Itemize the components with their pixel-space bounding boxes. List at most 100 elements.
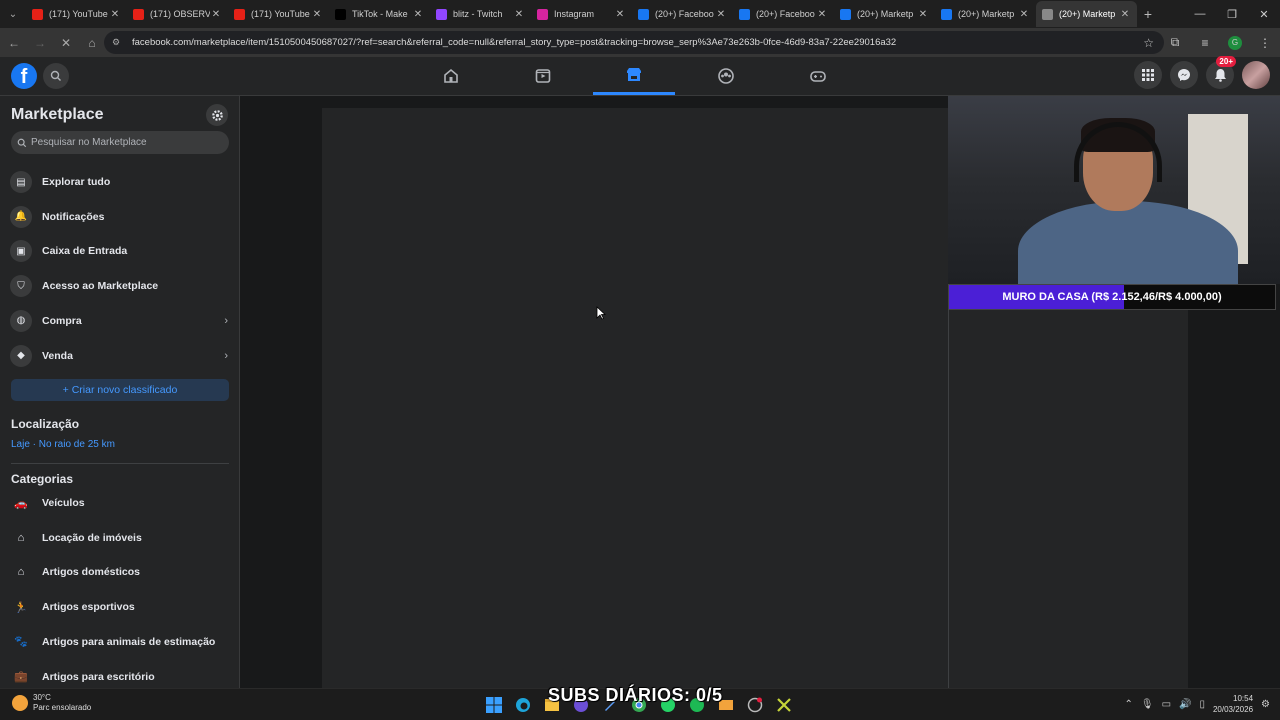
browser-tab-strip: ⌄ (171) YouTube ✕ (171) OBSERVA ✕ (171) YouT…	[0, 0, 1280, 28]
category-label: Veículos	[42, 497, 85, 509]
media-control-icon[interactable]: ≡	[1190, 36, 1220, 50]
location-link[interactable]: Laje · No raio de 25 km	[11, 439, 115, 450]
nav-video-icon[interactable]	[502, 57, 584, 95]
tab-close-icon[interactable]: ✕	[412, 9, 424, 20]
mouse-cursor-icon	[596, 306, 606, 320]
nav-gaming-icon[interactable]	[777, 57, 859, 95]
site-info-icon[interactable]: ⚙	[112, 37, 126, 48]
new-tab-button[interactable]: +	[1137, 6, 1159, 22]
tab-close-icon[interactable]: ✕	[1119, 9, 1131, 20]
tab-close-icon[interactable]: ✕	[816, 9, 828, 20]
url-bar[interactable]: ⚙ facebook.com/marketplace/item/15105004…	[104, 31, 1164, 54]
create-listing-button[interactable]: + Criar novo classificado	[11, 379, 229, 401]
tab-search-chevron-icon[interactable]: ⌄	[0, 0, 26, 28]
search-icon[interactable]	[43, 63, 69, 89]
tab-title: (20+) Faceboo	[756, 9, 815, 19]
sidebar-item-label: Explorar tudo	[42, 176, 111, 188]
nav-groups-icon[interactable]	[685, 57, 767, 95]
browser-tab[interactable]: TikTok - Make ✕	[329, 1, 430, 27]
browser-tab[interactable]: (20+) Marketp ✕	[1036, 1, 1137, 27]
app-x-icon[interactable]	[773, 694, 795, 716]
nav-home-icon[interactable]	[410, 57, 492, 95]
tab-title: (20+) Marketp	[958, 9, 1015, 19]
category-item[interactable]: ⌂ Locação de imóveis	[6, 522, 234, 554]
tab-close-icon[interactable]: ✕	[109, 9, 121, 20]
tab-title: blitz - Twitch	[453, 9, 503, 19]
settings-gear-icon[interactable]	[206, 104, 228, 126]
tab-close-icon[interactable]: ✕	[1018, 9, 1030, 20]
category-item[interactable]: 🏃 Artigos esportivos	[6, 591, 234, 623]
minimize-icon[interactable]: —	[1184, 0, 1216, 28]
browser-tab[interactable]: (20+) Marketp ✕	[935, 1, 1036, 27]
stop-loading-icon[interactable]: ✕	[54, 31, 78, 55]
marketplace-search-input[interactable]	[31, 137, 221, 148]
browser-tab[interactable]: (20+) Marketp ✕	[834, 1, 935, 27]
browser-tab[interactable]: (171) OBSERVA ✕	[127, 1, 228, 27]
volume-icon[interactable]: 🔊	[1179, 699, 1191, 710]
tab-title: (20+) Faceboo	[655, 9, 714, 19]
sidebar-item[interactable]: ⛉ Acesso ao Marketplace	[6, 270, 234, 302]
tab-close-icon[interactable]: ✕	[210, 9, 222, 20]
sidebar-item[interactable]: ◍ Compra ›	[6, 305, 234, 337]
browser-tab[interactable]: Instagram ✕	[531, 1, 632, 27]
clock[interactable]: 10:54 20/03/2026	[1213, 693, 1253, 715]
forward-icon[interactable]: →	[28, 31, 52, 55]
notification-badge: 20+	[1216, 56, 1236, 67]
nav-marketplace-icon[interactable]	[593, 57, 675, 95]
microphone-icon[interactable]: 🎙	[1141, 699, 1154, 710]
chevron-right-icon: ›	[224, 349, 228, 362]
clock-date: 20/03/2026	[1212, 705, 1254, 714]
category-item[interactable]: 🚗 Veículos	[6, 487, 234, 519]
tab-close-icon[interactable]: ✕	[917, 9, 929, 20]
url-text: facebook.com/marketplace/item/1510500450…	[132, 37, 897, 48]
facebook-logo[interactable]: f	[11, 63, 37, 89]
profile-avatar[interactable]: G	[1228, 35, 1242, 50]
messenger-icon[interactable]	[1170, 61, 1198, 89]
back-icon[interactable]: ←	[2, 31, 26, 55]
notifications-bell-icon[interactable]: 20+	[1206, 56, 1236, 89]
tray-chevron-icon[interactable]: ⌃	[1124, 699, 1132, 710]
home-icon: ⌂	[17, 566, 25, 579]
edge-icon[interactable]	[512, 694, 534, 716]
header-actions: 20+	[1134, 56, 1270, 89]
browser-tab[interactable]: (171) YouTube ✕	[26, 1, 127, 27]
network-icon[interactable]: ▭	[1162, 699, 1171, 710]
restore-icon[interactable]: ❐	[1216, 0, 1248, 28]
tab-title: (171) YouTube	[49, 9, 108, 19]
tab-close-icon[interactable]: ✕	[311, 9, 323, 20]
category-item[interactable]: 💼 Artigos para escritório	[6, 661, 234, 689]
tab-close-icon[interactable]: ✕	[614, 9, 626, 20]
sidebar-item-label: Notificações	[42, 210, 105, 223]
weather-widget[interactable]: 30°C Parc ensolarado	[12, 693, 91, 713]
sidebar-item[interactable]: ◆ Venda ›	[6, 340, 234, 372]
browser-tab[interactable]: blitz - Twitch ✕	[430, 1, 531, 27]
settings-icon[interactable]: ⚙	[1261, 699, 1270, 710]
instagram-icon	[537, 8, 548, 20]
steam-icon[interactable]	[744, 694, 766, 716]
search-icon	[17, 138, 27, 147]
close-window-icon[interactable]: ✕	[1248, 0, 1280, 28]
battery-icon[interactable]: ▯	[1199, 699, 1205, 710]
browser-tab[interactable]: (20+) Faceboo ✕	[733, 1, 834, 27]
category-label: Artigos para escritório	[42, 670, 155, 683]
tab-close-icon[interactable]: ✕	[513, 9, 525, 20]
windows-start-icon[interactable]	[483, 694, 505, 716]
paw-icon: 🐾	[14, 636, 28, 649]
sidebar-item[interactable]: ▤ Explorar tudo	[6, 166, 234, 198]
category-item[interactable]: ⌂ Artigos domésticos	[6, 556, 234, 588]
marketplace-search[interactable]	[11, 131, 229, 154]
chrome-menu-icon[interactable]: ⋮	[1250, 36, 1280, 50]
extensions-icon[interactable]: ⧉	[1160, 35, 1190, 50]
browser-tab[interactable]: (20+) Faceboo ✕	[632, 1, 733, 27]
home-icon[interactable]: ⌂	[80, 31, 104, 55]
browser-tab[interactable]: (171) YouTube ✕	[228, 1, 329, 27]
sidebar-item-label: Compra	[42, 314, 82, 327]
category-item[interactable]: 🐾 Artigos para animais de estimação	[6, 626, 234, 658]
inbox-icon: ▣	[10, 240, 32, 263]
menu-grid-icon[interactable]	[1134, 61, 1162, 89]
sidebar-item[interactable]: ▣ Caixa de Entrada	[6, 235, 234, 267]
sidebar-item[interactable]: 🔔 Notificações	[6, 201, 234, 233]
account-avatar[interactable]	[1242, 61, 1270, 89]
bookmark-star-icon[interactable]: ☆	[1143, 36, 1154, 50]
tab-close-icon[interactable]: ✕	[715, 9, 727, 20]
